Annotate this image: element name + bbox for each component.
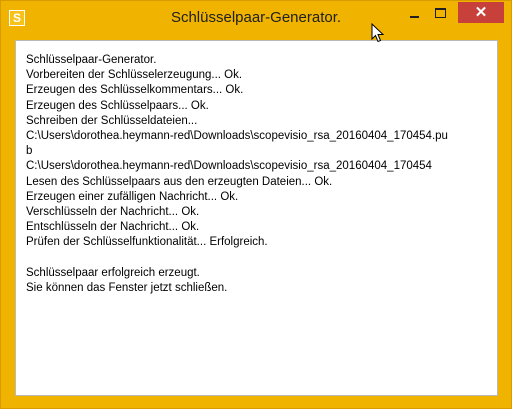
minimize-button[interactable]: [401, 2, 427, 23]
maximize-button[interactable]: [427, 2, 453, 23]
log-output: Schlüsselpaar-Generator. Vorbereiten der…: [26, 53, 448, 296]
generator-window: S Schlüsselpaar-Generator. ✕ Schlüsselpa…: [0, 0, 512, 409]
close-button[interactable]: ✕: [458, 2, 504, 23]
mouse-pointer-icon: [371, 23, 385, 43]
log-line: Schlüsselpaar-Generator.: [26, 54, 157, 66]
log-line: Schreiben der Schlüsseldateien...: [26, 114, 198, 127]
log-line: Erzeugen des Schlüsselpaars... Ok.: [26, 99, 209, 112]
log-line: C:\Users\dorothea.heymann-red\Downloads\…: [26, 160, 432, 173]
minimize-icon: [409, 15, 419, 18]
maximize-icon: [434, 7, 446, 18]
log-line: Prüfen der Schlüsselfunktionalität... Er…: [26, 236, 268, 249]
log-line: Vorbereiten der Schlüsselerzeugung... Ok…: [26, 69, 243, 82]
log-line: Entschlüsseln der Nachricht... Ok.: [26, 221, 200, 234]
log-line: Erzeugen einer zufälligen Nachricht... O…: [26, 190, 239, 203]
log-line: Erzeugen des Schlüsselkommentars... Ok.: [26, 84, 244, 97]
log-line: b: [26, 145, 33, 158]
log-line: Lesen des Schlüsselpaars aus den erzeugt…: [26, 175, 333, 188]
log-line: C:\Users\dorothea.heymann-red\Downloads\…: [26, 129, 448, 142]
close-icon: ✕: [474, 4, 488, 21]
log-line: Verschlüsseln der Nachricht... Ok.: [26, 205, 200, 218]
log-line: [26, 250, 448, 265]
title-bar[interactable]: S Schlüsselpaar-Generator. ✕: [1, 1, 511, 34]
log-line: Sie können das Fenster jetzt schließen.: [26, 281, 228, 294]
log-line: Schlüsselpaar erfolgreich erzeugt.: [26, 266, 200, 279]
output-area: Schlüsselpaar-Generator. Vorbereiten der…: [15, 40, 498, 396]
